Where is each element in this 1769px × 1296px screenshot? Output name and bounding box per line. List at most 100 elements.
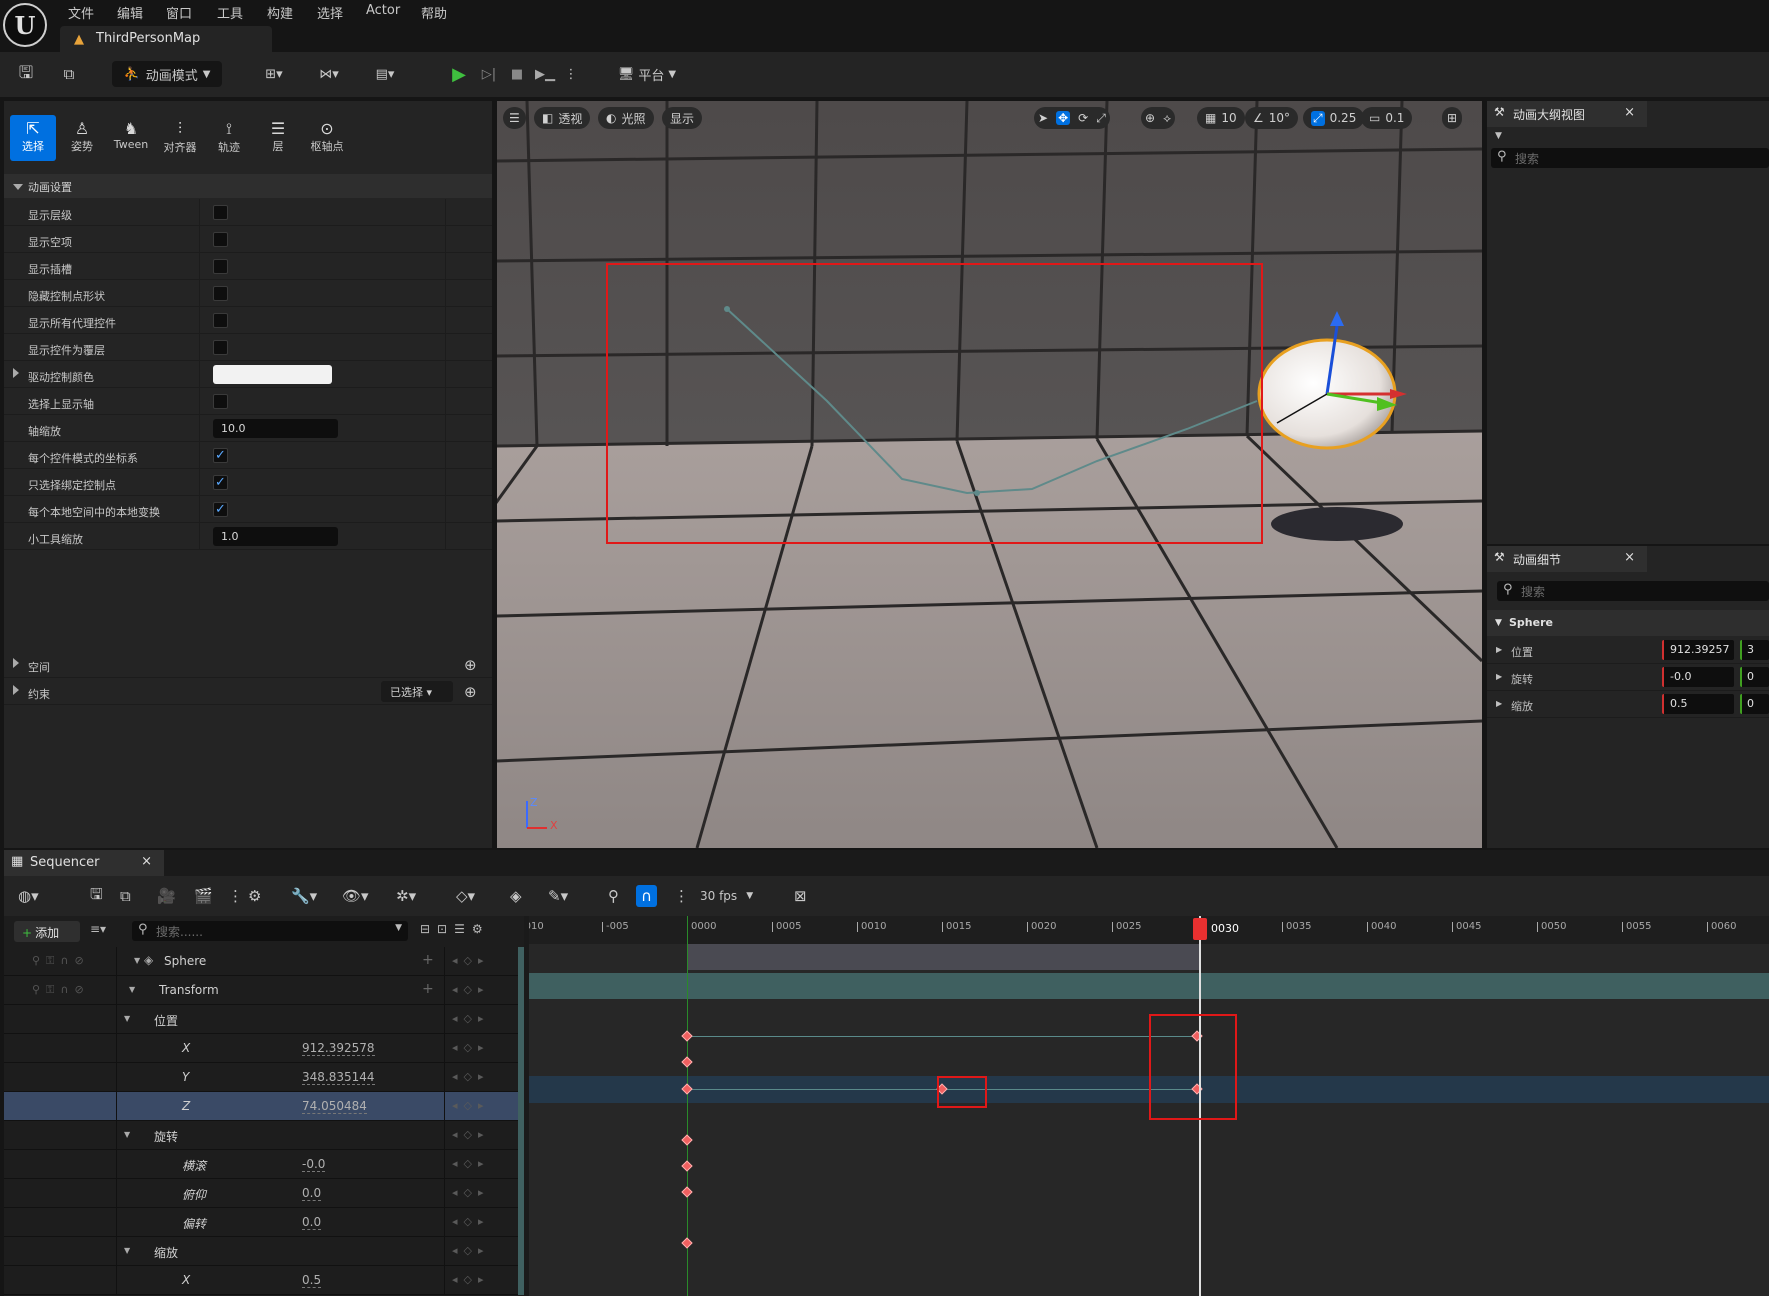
menu-actor[interactable]: Actor (366, 3, 400, 18)
save-icon[interactable]: 🖫 (14, 61, 38, 87)
mode-tool-3[interactable]: ⫶ 对齐器 (157, 115, 203, 161)
chevron-down-icon[interactable]: ▼ (124, 1130, 130, 1139)
setting-checkbox[interactable] (213, 394, 228, 409)
detail-value-x[interactable]: -0.0 (1662, 667, 1734, 687)
menu-file[interactable]: 文件 (68, 3, 94, 22)
more-options-icon[interactable]: ⋮ (228, 885, 243, 907)
detail-value-x[interactable]: 0.5 (1662, 694, 1734, 714)
anim-settings-section[interactable]: 动画设置 (4, 174, 492, 198)
key-nav-icons[interactable]: ◂◇▸ (452, 1186, 490, 1199)
step-icon[interactable]: ▷| (478, 61, 500, 87)
key-interp-icon[interactable]: ◇▾ (456, 885, 475, 907)
blueprint-icon[interactable]: ⋈▾ (311, 61, 347, 87)
unreal-logo-icon[interactable]: U (3, 3, 47, 47)
curve-editor-icon[interactable]: ⊠ (794, 885, 807, 907)
track-value[interactable]: 912.392578 (302, 1041, 375, 1056)
close-icon[interactable]: × (1624, 105, 1635, 120)
detail-value-y[interactable]: 3 (1740, 640, 1769, 660)
clapboard-icon[interactable]: 🎬 (194, 885, 213, 907)
menu-help[interactable]: 帮助 (421, 3, 447, 22)
track-value[interactable]: 0.5 (302, 1273, 322, 1288)
mode-tool-6[interactable]: ⊙ 枢轴点 (304, 115, 350, 161)
keyframe[interactable] (681, 1237, 693, 1249)
keyframe[interactable] (681, 1134, 693, 1146)
eject-icon[interactable]: ▶▁ (534, 61, 556, 87)
chevron-down-icon[interactable]: ▼ (124, 1014, 130, 1023)
find-in-browser-icon[interactable]: ⧉ (120, 885, 131, 907)
rotate-icon[interactable]: ⟳ (1078, 111, 1088, 125)
color-swatch[interactable] (213, 365, 332, 384)
camera-speed-button[interactable]: ▭ 0.1 (1361, 107, 1413, 129)
key-nav-icons[interactable]: ◂◇▸ (452, 1012, 490, 1025)
outliner-search-input[interactable]: ⚲ 搜索 (1491, 148, 1769, 168)
track-row[interactable]: ⚲⚿∩⊘ ▼ Transform + ◂◇▸ (4, 976, 524, 1005)
snap-magnet-icon[interactable]: ∩ (636, 885, 657, 907)
viewport-options-button[interactable]: ☰ (503, 107, 526, 129)
constraint-select[interactable]: 已选择 ▾ (381, 681, 453, 702)
detail-value-y[interactable]: 0 (1740, 667, 1769, 687)
fps-dropdown[interactable]: 30 fps ▼ (700, 885, 753, 907)
pencil-icon[interactable]: ✎▾ (548, 885, 568, 907)
world-icon[interactable]: ◍▾ (18, 885, 39, 907)
wrench-icon[interactable]: 🔧▾ (291, 885, 317, 907)
scale-snap-button[interactable]: ⤢ 0.25 (1303, 107, 1365, 129)
expand-arrow-icon[interactable]: ▶ (1496, 699, 1502, 708)
setting-checkbox[interactable] (213, 286, 228, 301)
key-nav-icons[interactable]: ◂◇▸ (452, 1157, 490, 1170)
add-icon[interactable]: + (422, 952, 434, 968)
expand-arrow-icon[interactable]: ▶ (1496, 645, 1502, 654)
track-value[interactable]: -0.0 (302, 1157, 326, 1172)
eye-icon[interactable]: 👁▾ (342, 885, 369, 907)
track-row[interactable]: ▼ 缩放 ◂◇▸ (4, 1237, 524, 1266)
setting-number-field[interactable]: 1.0 (213, 527, 338, 546)
key-nav-icons[interactable]: ◂◇▸ (452, 1070, 490, 1083)
setting-checkbox[interactable] (213, 259, 228, 274)
setting-checkbox[interactable]: ✓ (213, 475, 228, 490)
key-nav-icons[interactable]: ◂◇▸ (452, 1244, 490, 1257)
menu-select[interactable]: 选择 (317, 3, 343, 22)
save-icon[interactable]: 🖫 (90, 885, 103, 907)
setting-checkbox[interactable]: ✓ (213, 448, 228, 463)
track-row[interactable]: X 0.5 ◂◇▸ (4, 1266, 524, 1295)
filter-icon[interactable]: ≡▾ (90, 922, 106, 936)
track-row[interactable]: 俯仰 0.0 ◂◇▸ (4, 1179, 524, 1208)
track-row[interactable]: X 912.392578 ◂◇▸ (4, 1034, 524, 1063)
menu-window[interactable]: 窗口 (166, 3, 192, 22)
marker-icon[interactable]: ⚲ (608, 885, 619, 907)
add-actor-icon[interactable]: ⊞▾ (256, 61, 292, 87)
expand-arrow-icon[interactable]: ▶ (1496, 672, 1502, 681)
cinematics-icon[interactable]: ▤▾ (367, 61, 403, 87)
track-value[interactable]: 348.835144 (302, 1070, 375, 1085)
track-value[interactable]: 0.0 (302, 1215, 322, 1230)
setting-checkbox[interactable]: ✓ (213, 502, 228, 517)
keyframe[interactable] (681, 1030, 693, 1042)
auto-key-icon[interactable]: ✲▾ (396, 885, 416, 907)
anim-details-tab[interactable]: ⚒ 动画细节 × (1487, 546, 1647, 572)
track-lock-icons[interactable]: ⚲⚿∩⊘ (32, 954, 90, 968)
mode-tool-0[interactable]: ⇱ 选择 (10, 115, 56, 161)
key-nav-icons[interactable]: ◂◇▸ (452, 1273, 490, 1286)
chevron-down-icon[interactable]: ▼ (134, 956, 140, 965)
track-value[interactable]: 74.050484 (302, 1099, 367, 1114)
lighting-button[interactable]: ◐ 光照 (598, 107, 654, 129)
browse-content-icon[interactable]: ⧉ (56, 61, 82, 87)
constraint-row[interactable]: 约束 已选择 ▾ ⊕ (4, 678, 492, 705)
grid-snap-button[interactable]: ▦ 10 (1197, 107, 1245, 129)
space-row[interactable]: 空间 ⊕ (4, 651, 492, 678)
play-icon[interactable]: ▶ (448, 61, 470, 87)
anim-outliner-tab[interactable]: ⚒ 动画大纲视图 × (1487, 101, 1647, 127)
add-icon[interactable]: + (422, 981, 434, 997)
add-space-icon[interactable]: ⊕ (464, 656, 477, 674)
actor-to-sequencer-icon[interactable]: ⚙ (248, 885, 261, 907)
menu-edit[interactable]: 编辑 (117, 3, 143, 22)
detail-value-x[interactable]: 912.39257 (1662, 640, 1734, 660)
mode-dropdown[interactable]: ⛹ 动画模式 ▼ (112, 61, 222, 87)
track-value[interactable]: 0.0 (302, 1186, 322, 1201)
platform-dropdown[interactable]: 🖥 平台 ▼ (612, 61, 682, 87)
scale-icon[interactable]: ⤢ (1096, 111, 1106, 126)
surface-snap-icon[interactable]: ⟡ (1163, 111, 1171, 126)
chevron-down-icon[interactable]: ▼ (124, 1246, 130, 1255)
track-row[interactable]: 偏转 0.0 ◂◇▸ (4, 1208, 524, 1237)
close-icon[interactable]: × (1624, 550, 1635, 565)
keyframe[interactable] (681, 1056, 693, 1068)
